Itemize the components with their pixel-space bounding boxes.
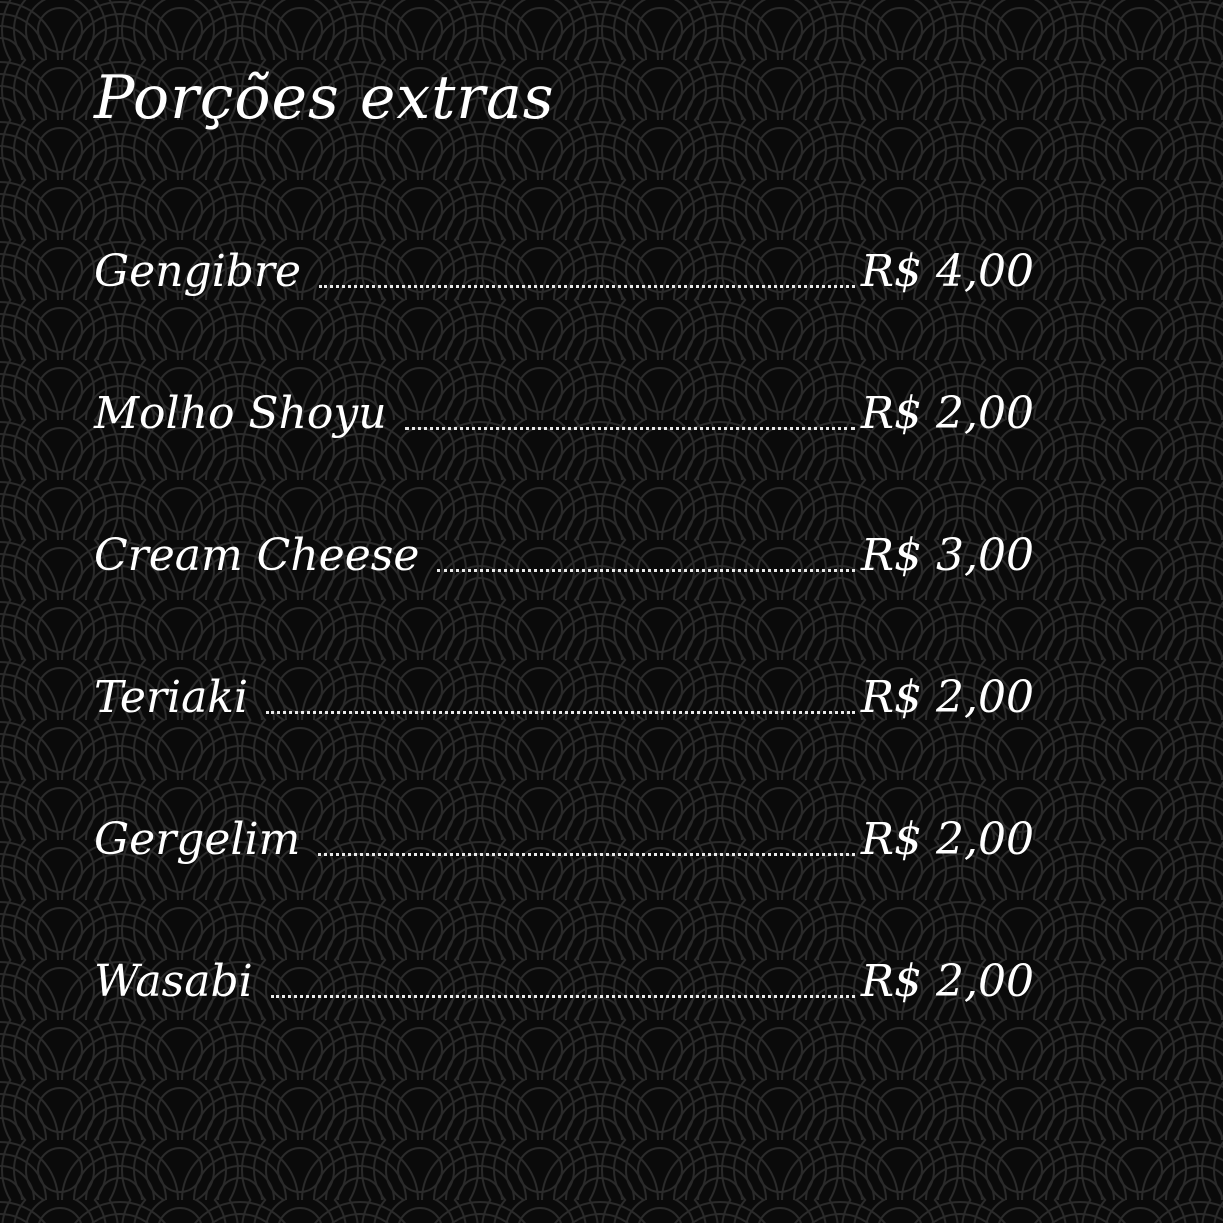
item-price: R$ 2,00: [860, 956, 1034, 1007]
dotted-leader: [318, 853, 855, 856]
menu-item-wasabi: Wasabi R$ 2,00: [94, 950, 1034, 1010]
menu-item-gengibre: Gengibre R$ 4,00: [94, 240, 1034, 300]
dotted-leader: [437, 569, 855, 572]
item-name: Gergelim: [94, 814, 301, 865]
dotted-leader: [266, 711, 855, 714]
item-price: R$ 2,00: [860, 388, 1034, 439]
dotted-leader: [405, 427, 855, 430]
menu-item-gergelim: Gergelim R$ 2,00: [94, 808, 1034, 868]
menu-board: Porções extras Gengibre R$ 4,00 Molho Sh…: [0, 0, 1223, 1223]
menu-item-molho-shoyu: Molho Shoyu R$ 2,00: [94, 382, 1034, 442]
menu-title: Porções extras: [94, 63, 555, 133]
item-name: Molho Shoyu: [94, 388, 387, 439]
menu-item-teriaki: Teriaki R$ 2,00: [94, 666, 1034, 726]
item-price: R$ 2,00: [860, 672, 1034, 723]
item-name: Gengibre: [94, 246, 302, 297]
item-price: R$ 3,00: [860, 530, 1034, 581]
item-price: R$ 2,00: [860, 814, 1034, 865]
item-name: Teriaki: [94, 672, 249, 723]
menu-item-cream-cheese: Cream Cheese R$ 3,00: [94, 524, 1034, 584]
item-price: R$ 4,00: [860, 246, 1034, 297]
dotted-leader: [271, 995, 855, 998]
item-name: Cream Cheese: [94, 530, 420, 581]
item-name: Wasabi: [94, 956, 253, 1007]
dotted-leader: [319, 285, 855, 288]
